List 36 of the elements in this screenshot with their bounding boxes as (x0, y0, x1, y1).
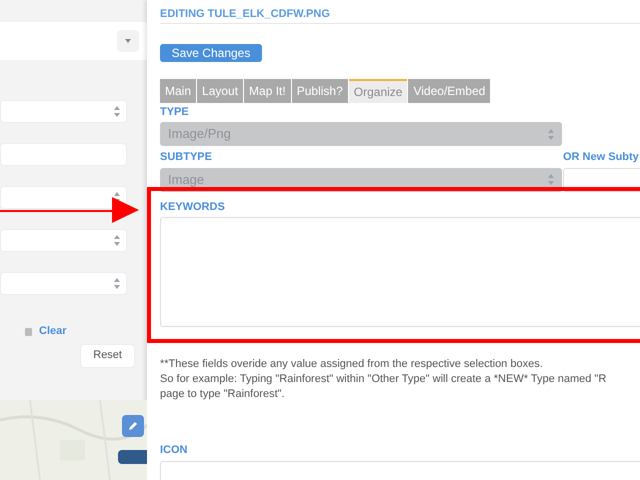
dialog-title: EDITING TULE_ELK_CDFW.PNG (160, 7, 330, 22)
edit-button[interactable] (122, 414, 144, 436)
caret-icon (125, 38, 131, 44)
tab[interactable]: Layout (197, 78, 244, 102)
tab[interactable]: Main (160, 78, 196, 102)
select-field[interactable] (0, 272, 127, 295)
caret-icon (548, 174, 554, 185)
tab[interactable]: Publish? (292, 78, 348, 102)
clear-link[interactable]: Clear (39, 323, 67, 340)
field-label: KEYWORDS (160, 200, 226, 214)
caret-icon (114, 106, 120, 117)
field-label: OR New Subty (563, 150, 640, 165)
reset-button[interactable]: Reset (80, 344, 135, 368)
pencil-icon (128, 420, 138, 430)
tab[interactable]: Map It! (244, 78, 291, 102)
select-field[interactable] (0, 229, 127, 252)
map-button[interactable] (118, 450, 147, 464)
field-label: SUBTYPE (160, 150, 213, 165)
trash-icon (24, 326, 33, 336)
icon-field[interactable] (160, 460, 640, 480)
caret-icon (114, 278, 120, 289)
keywords-field[interactable] (160, 217, 640, 327)
note-text: page to type "Rainforest". (160, 387, 286, 402)
field-label: ICON (160, 443, 188, 458)
select-field[interactable] (0, 186, 127, 209)
tab[interactable]: Organize (348, 78, 408, 102)
tab[interactable]: Video/Embed (408, 78, 490, 102)
input-field[interactable] (563, 168, 640, 192)
caret-icon (548, 128, 554, 140)
select-field[interactable] (0, 100, 127, 123)
field-label: TYPE (160, 104, 190, 120)
caret-icon (114, 235, 120, 246)
dropdown-button[interactable] (117, 30, 139, 52)
note-text: So for example: Typing "Rainforest" within "Other Type" will create a *NEW* Type named "R (160, 372, 608, 387)
save-button[interactable]: Save Changes (160, 44, 262, 62)
note-text: **These fields overide any value assigned from the respective selection boxes. (160, 357, 544, 372)
